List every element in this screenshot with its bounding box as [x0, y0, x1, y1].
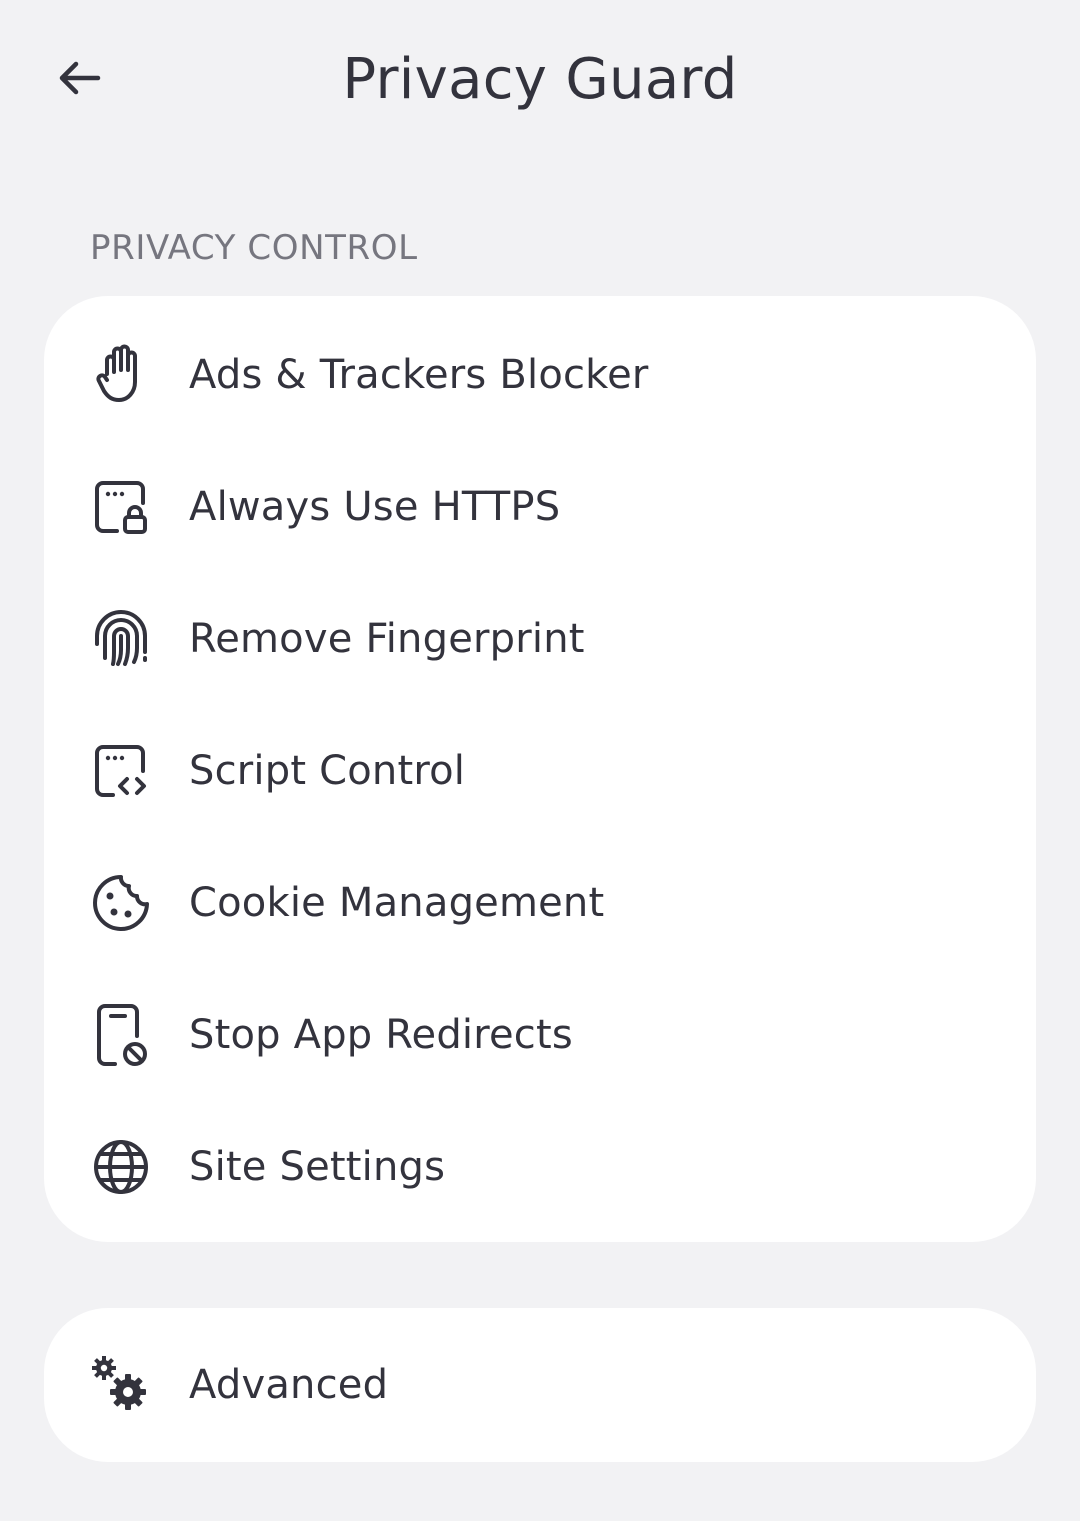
advanced-card: Advanced: [44, 1308, 1036, 1462]
privacy-control-card: Ads & Trackers Blocker Always Use HTTPS: [44, 296, 1036, 1242]
cookie-icon: [90, 872, 152, 934]
menu-item-script-control[interactable]: Script Control: [44, 705, 1036, 837]
menu-item-always-use-https[interactable]: Always Use HTTPS: [44, 441, 1036, 573]
page-title: Privacy Guard: [342, 47, 738, 112]
menu-item-label: Cookie Management: [189, 880, 605, 926]
phone-block-icon: [90, 1004, 152, 1066]
globe-icon: [90, 1136, 152, 1198]
hand-stop-icon: [90, 344, 152, 406]
fingerprint-icon: [90, 608, 152, 670]
menu-item-label: Remove Fingerprint: [189, 616, 585, 662]
browser-lock-icon: [90, 476, 152, 538]
menu-item-label: Advanced: [189, 1362, 389, 1408]
menu-item-label: Ads & Trackers Blocker: [189, 352, 649, 398]
section-label-privacy-control: PRIVACY CONTROL: [90, 228, 418, 268]
menu-item-label: Stop App Redirects: [189, 1012, 573, 1058]
menu-item-site-settings[interactable]: Site Settings: [44, 1101, 1036, 1233]
menu-item-label: Always Use HTTPS: [189, 484, 561, 530]
menu-item-label: Site Settings: [189, 1144, 446, 1190]
header-bar: Privacy Guard: [0, 0, 1080, 160]
menu-item-ads-trackers-blocker[interactable]: Ads & Trackers Blocker: [44, 309, 1036, 441]
menu-item-stop-app-redirects[interactable]: Stop App Redirects: [44, 969, 1036, 1101]
browser-code-icon: [90, 740, 152, 802]
gears-icon: [90, 1354, 152, 1416]
menu-item-advanced[interactable]: Advanced: [44, 1319, 1036, 1451]
menu-item-remove-fingerprint[interactable]: Remove Fingerprint: [44, 573, 1036, 705]
menu-item-cookie-management[interactable]: Cookie Management: [44, 837, 1036, 969]
menu-item-label: Script Control: [189, 748, 466, 794]
